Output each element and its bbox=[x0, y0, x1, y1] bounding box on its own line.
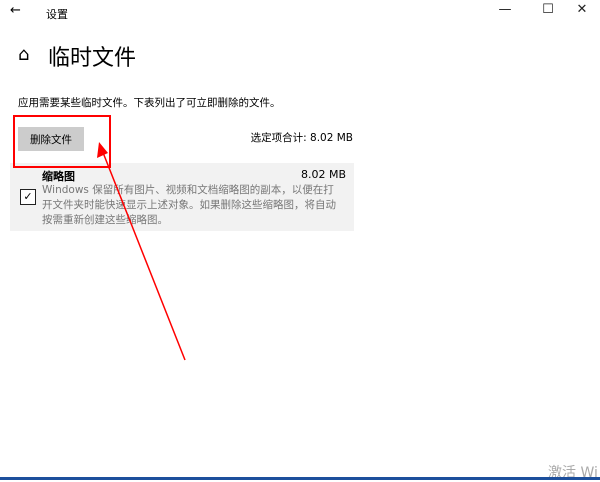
annotation-arrow bbox=[97, 142, 186, 361]
